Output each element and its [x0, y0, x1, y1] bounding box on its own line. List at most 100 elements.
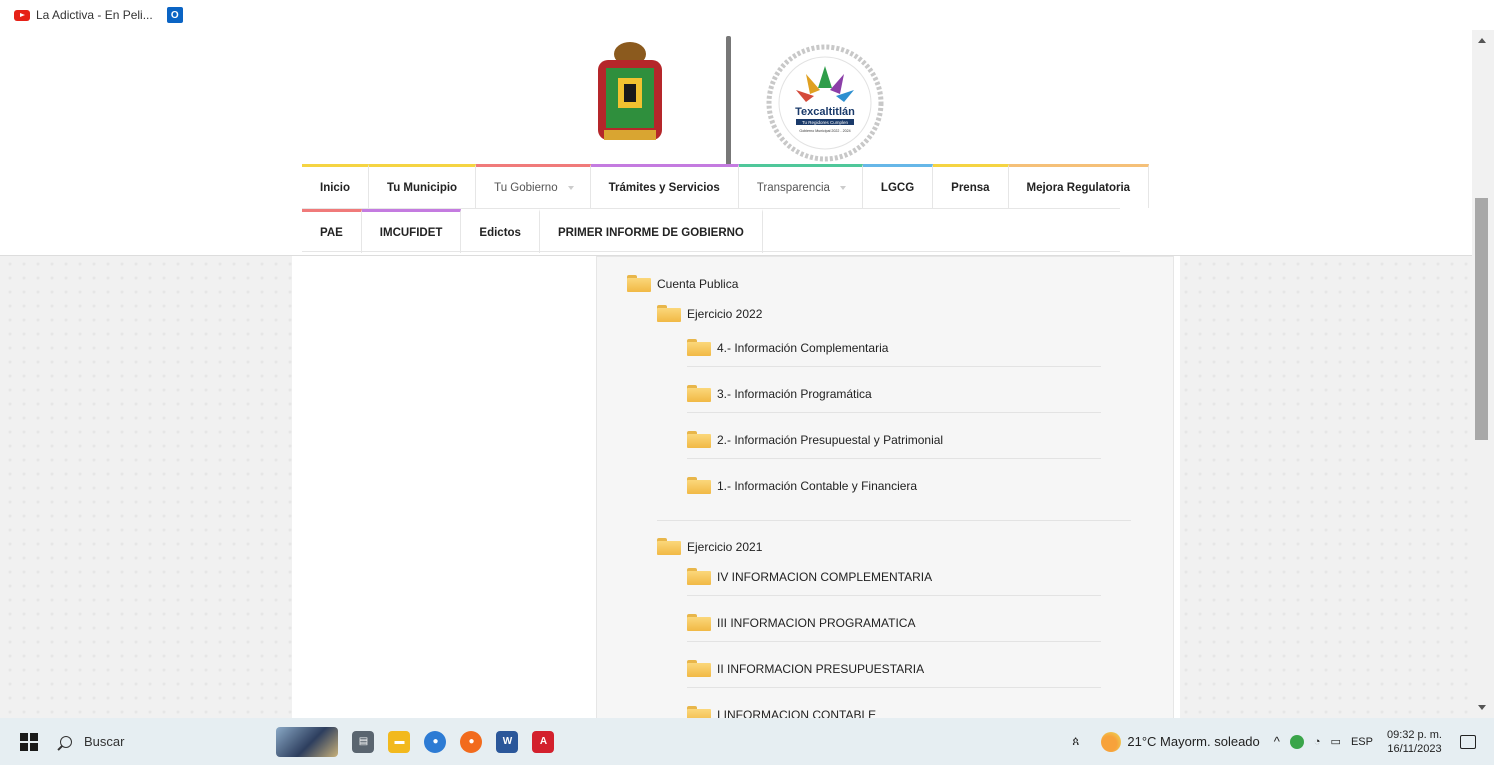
- folder-item[interactable]: II INFORMACION PRESUPUESTARIA: [687, 660, 924, 677]
- folder-icon: [687, 431, 711, 448]
- folder-label: I INFORMACION CONTABLE: [717, 707, 877, 719]
- folder-ejercicio-2022[interactable]: Ejercicio 2022: [657, 305, 762, 322]
- nav-transparencia[interactable]: Transparencia: [738, 164, 863, 208]
- divider: [687, 687, 1101, 688]
- nav-tu-municipio[interactable]: Tu Municipio: [369, 164, 477, 208]
- logo-divider: [726, 36, 731, 166]
- folder-cuenta-publica[interactable]: Cuenta Publica: [627, 275, 738, 292]
- folder-icon: [657, 538, 681, 555]
- nav-inicio[interactable]: Inicio: [302, 164, 370, 208]
- divider: [687, 412, 1101, 413]
- file-explorer-icon[interactable]: ▬: [388, 730, 411, 753]
- chrome-icon[interactable]: ●: [424, 730, 447, 753]
- nav-label: Mejora Regulatoria: [1026, 181, 1131, 194]
- nav-label: PAE: [320, 226, 343, 239]
- nav-label: IMCUFIDET: [379, 226, 443, 239]
- nav-label: PRIMER INFORME DE GOBIERNO: [557, 226, 744, 239]
- folder-item[interactable]: 3.- Información Programática: [687, 385, 872, 402]
- bookmark-outlook[interactable]: O: [161, 7, 183, 23]
- scroll-up-arrow-icon[interactable]: [1478, 38, 1486, 43]
- divider: [687, 641, 1101, 642]
- folder-item[interactable]: III INFORMACION PROGRAMATICA: [687, 614, 915, 631]
- weather-text[interactable]: 21°C Mayorm. soleado: [1127, 734, 1259, 749]
- scroll-down-arrow-icon[interactable]: [1478, 705, 1486, 710]
- folder-icon: [687, 339, 711, 356]
- people-icon[interactable]: ጰ: [1072, 734, 1079, 749]
- clock[interactable]: 09:32 p. m. 16/11/2023: [1387, 728, 1442, 756]
- chevron-down-icon: [567, 185, 574, 190]
- nav-tu-gobierno[interactable]: Tu Gobierno: [476, 164, 591, 208]
- folder-icon: [687, 568, 711, 585]
- nav-label: Edictos: [479, 226, 521, 239]
- folder-label: 2.- Información Presupuestal y Patrimoni…: [717, 432, 944, 447]
- taskbar-search[interactable]: Buscar: [60, 734, 124, 749]
- nav-imcufidet[interactable]: IMCUFIDET: [361, 209, 462, 253]
- language-indicator[interactable]: ESP: [1351, 736, 1373, 748]
- folder-label: 1.- Información Contable y Financiera: [717, 478, 918, 493]
- scroll-thumb[interactable]: [1475, 198, 1488, 440]
- nav-label: Trámites y Servicios: [608, 181, 720, 194]
- nav-label: Inicio: [320, 181, 351, 194]
- network-icon[interactable]: ◔: [1314, 736, 1321, 748]
- windows-start-icon[interactable]: [20, 732, 38, 751]
- folder-label: 3.- Información Programática: [717, 386, 872, 401]
- nav-lgcg[interactable]: LGCG: [862, 164, 934, 208]
- logo-period: Gobierno Municipal 2022 - 2024: [799, 129, 850, 133]
- divider: [687, 366, 1101, 367]
- folder-label: Cuenta Publica: [657, 276, 739, 291]
- nav-row-1: Inicio Tu Municipio Tu Gobierno Trámites…: [302, 164, 1150, 208]
- nav-primer-informe[interactable]: PRIMER INFORME DE GOBIERNO: [540, 209, 763, 253]
- texcaltitlan-logo[interactable]: Texcaltitlán Tu Regidores Cumplen Gobier…: [766, 44, 884, 162]
- acrobat-icon[interactable]: A: [532, 730, 555, 753]
- folder-item[interactable]: 1.- Información Contable y Financiera: [687, 477, 917, 494]
- word-icon[interactable]: W: [496, 730, 519, 753]
- outlook-icon: O: [166, 7, 183, 23]
- nav-tramites-servicios[interactable]: Trámites y Servicios: [590, 164, 739, 208]
- folder-ejercicio-2021[interactable]: Ejercicio 2021: [657, 538, 762, 555]
- nav-row-2: PAE IMCUFIDET Edictos PRIMER INFORME DE …: [302, 208, 1120, 253]
- page-scrollbar[interactable]: [1472, 30, 1494, 718]
- folder-icon: [657, 305, 681, 322]
- nav-label: LGCG: [880, 181, 915, 194]
- divider: [687, 595, 1101, 596]
- nav-label: Prensa: [951, 181, 990, 194]
- firefox-icon[interactable]: ●: [460, 730, 483, 753]
- site-header: Texcaltitlán Tu Regidores Cumplen Gobier…: [0, 30, 1472, 256]
- sync-icon[interactable]: [1289, 734, 1304, 749]
- edomex-coat-of-arms-logo[interactable]: [594, 40, 666, 148]
- folder-label: IV INFORMACION COMPLEMENTARIA: [717, 569, 933, 584]
- weather-icon[interactable]: [1101, 731, 1122, 752]
- page-viewport: Cuenta Publica Ejercicio 2022 4.- Inform…: [0, 30, 1472, 718]
- nav-pae[interactable]: PAE: [302, 209, 362, 253]
- search-icon: [60, 735, 72, 748]
- folder-item[interactable]: IV INFORMACION COMPLEMENTARIA: [687, 568, 932, 585]
- left-content-panel: [292, 256, 596, 718]
- chevron-up-icon[interactable]: ^: [1274, 734, 1280, 749]
- clock-time: 09:32 p. m.: [1386, 728, 1442, 741]
- chevron-down-icon: [839, 185, 846, 190]
- folder-item[interactable]: 4.- Información Complementaria: [687, 339, 888, 356]
- logos-area: Texcaltitlán Tu Regidores Cumplen Gobier…: [588, 36, 908, 166]
- folder-label: Ejercicio 2021: [687, 539, 763, 554]
- folder-icon: [687, 477, 711, 494]
- search-highlight-image[interactable]: [276, 726, 339, 757]
- nav-mejora-regulatoria[interactable]: Mejora Regulatoria: [1008, 164, 1150, 208]
- divider: [657, 520, 1131, 521]
- nav-prensa[interactable]: Prensa: [933, 164, 1009, 208]
- task-view-icon[interactable]: ▤: [352, 730, 375, 753]
- bookmark-label: La Adictiva - En Peli...: [36, 8, 153, 22]
- notifications-icon[interactable]: [1460, 734, 1476, 749]
- bookmarks-bar: La Adictiva - En Peli... O: [0, 0, 1494, 30]
- clock-date: 16/11/2023: [1387, 742, 1442, 755]
- nav-label: Tu Gobierno: [494, 181, 558, 194]
- folder-item[interactable]: 2.- Información Presupuestal y Patrimoni…: [687, 431, 943, 448]
- battery-icon[interactable]: ▭: [1331, 735, 1341, 748]
- folder-icon: [687, 614, 711, 631]
- folder-icon: [687, 385, 711, 402]
- search-label: Buscar: [84, 734, 125, 749]
- folder-item[interactable]: I INFORMACION CONTABLE: [687, 706, 876, 718]
- bookmark-youtube[interactable]: La Adictiva - En Peli...: [14, 8, 153, 22]
- folder-icon: [687, 706, 711, 718]
- nav-edictos[interactable]: Edictos: [461, 209, 540, 253]
- folder-label: Ejercicio 2022: [687, 306, 763, 321]
